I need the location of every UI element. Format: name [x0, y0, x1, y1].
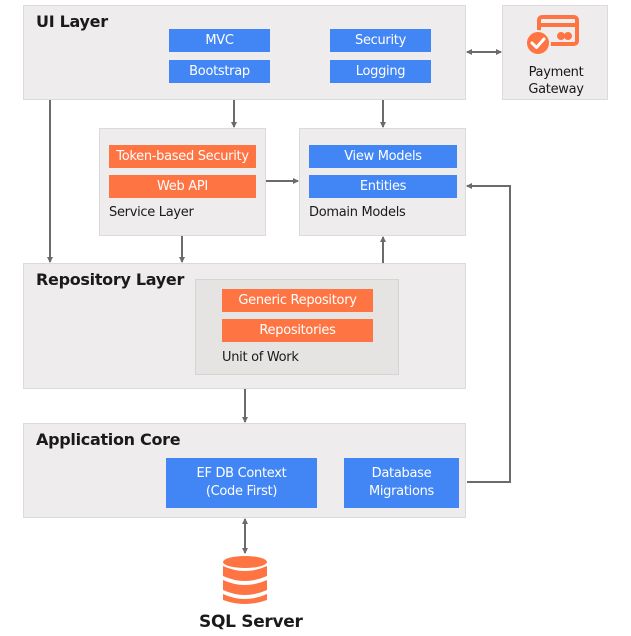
arrow-migrations-to-entities — [466, 183, 511, 483]
connectors — [47, 49, 511, 554]
